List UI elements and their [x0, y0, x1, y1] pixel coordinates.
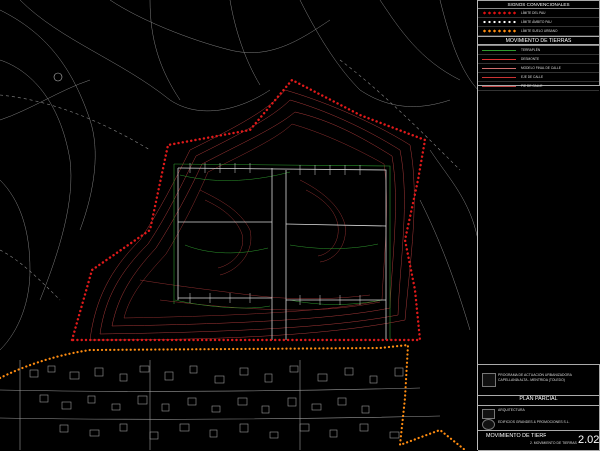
white-dots-swatch: [482, 20, 516, 24]
credits-block: ARQUITECTURA EDIFICIOS GRANDES & PROMOCI…: [478, 405, 600, 431]
legend-label: LÍMITE DEL PAU: [521, 11, 546, 15]
red-dots-swatch: [482, 11, 516, 15]
legend-item: DESMONTE: [478, 55, 599, 64]
developer-name: EDIFICIOS GRANDES & PROMOCIONES S.L.: [498, 420, 570, 424]
legend-label: LÍMITE ÁMBITO PAU: [521, 20, 552, 24]
line-swatch: [482, 49, 516, 51]
contour-lines: [89, 89, 415, 341]
legend-item: MODELO FINAL DE CALLE: [478, 64, 599, 73]
legend-item: PIE DE CALLE: [478, 82, 599, 91]
terrain-linework: [0, 0, 479, 351]
sheet-block: MOVIMIENTO DE TIERRAS 2. MOVIMIENTO DE T…: [478, 430, 600, 451]
legend-label: DESMONTE: [521, 57, 540, 61]
earthworks-legend: MOVIMIENTO DE TIERRAS TERRAPLÉN DESMONTE…: [478, 36, 600, 91]
sheet-number: 2.02: [578, 434, 600, 446]
line-swatch: [482, 85, 516, 87]
legend-panel: SIGNOS CONVENCIONALES LÍMITE DEL PAU LÍM…: [477, 0, 600, 451]
street-grid: [173, 163, 391, 340]
street-ticks: [189, 163, 361, 305]
architect-role: ARQUITECTURA: [498, 408, 525, 412]
drawing-subtitle: 2. MOVIMIENTO DE TIERRAS: [530, 441, 577, 445]
urban-boundary: [0, 343, 467, 450]
architecture-logo-icon: [482, 409, 495, 419]
legend-label: LÍMITE SUELO URBANO: [521, 29, 558, 33]
urban-blocks: [0, 360, 441, 450]
line-swatch: [482, 76, 516, 78]
legend-item: TERRAPLÉN: [478, 46, 599, 55]
legend-label: TERRAPLÉN: [521, 48, 541, 52]
survey-marker: [53, 72, 63, 82]
legend-item: LÍMITE DEL PAU: [478, 9, 599, 18]
plan-title: PLAN PARCIAL: [519, 396, 558, 402]
earthworks-title: MOVIMIENTO DE TIERRAS: [478, 37, 599, 46]
municipal-seal-icon: [482, 373, 496, 387]
line-swatch: [482, 67, 516, 69]
legend-label: EJE DE CALLE: [521, 75, 544, 79]
orange-dots-swatch: [482, 29, 516, 33]
drawing-title: MOVIMIENTO DE TIERRAS: [486, 433, 546, 439]
program-line2: CAPELLANÍA ALTA - MENTRIDA (TOLEDO): [498, 378, 565, 382]
legend-item: LÍMITE SUELO URBANO: [478, 27, 599, 36]
background-dashes: [0, 59, 461, 301]
legend-label: PIE DE CALLE: [521, 84, 543, 88]
program-line1: PROGRAMA DE ACTUACIÓN URBANIZADORA: [498, 373, 572, 377]
legend-label: MODELO FINAL DE CALLE: [521, 66, 561, 70]
program-block: PROGRAMA DE ACTUACIÓN URBANIZADORA CAPEL…: [478, 364, 600, 396]
legend-item: LÍMITE ÁMBITO PAU: [478, 18, 599, 27]
legend-item: EJE DE CALLE: [478, 73, 599, 82]
line-swatch: [482, 58, 516, 60]
legend-title: SIGNOS CONVENCIONALES: [478, 1, 599, 9]
developer-logo-icon: [482, 419, 495, 430]
